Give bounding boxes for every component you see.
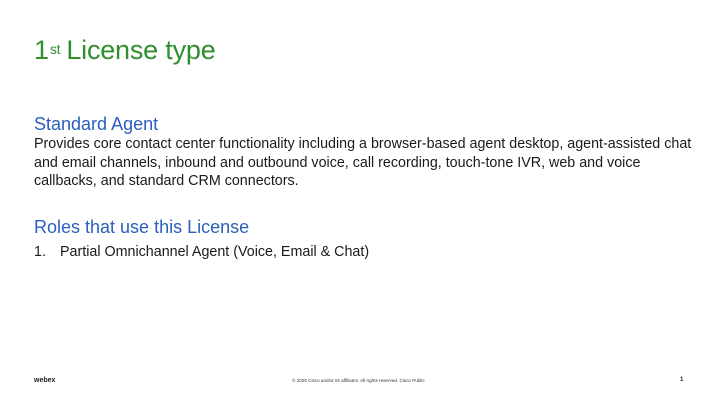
- role-text: Partial Omnichannel Agent (Voice, Email …: [60, 244, 370, 260]
- footer-copyright: © 2025 Cisco and/or its affiliates. All …: [292, 378, 425, 383]
- section-heading-standard-agent: Standard Agent: [34, 114, 159, 134]
- title-superscript: st: [49, 41, 61, 57]
- webex-logo: webex: [34, 377, 56, 384]
- roles-list-item: 1. Partial Omnichannel Agent (Voice, Ema…: [34, 243, 369, 262]
- roles-heading: Roles that use this License: [34, 217, 250, 237]
- roles-list: 1. Partial Omnichannel Agent (Voice, Ema…: [34, 243, 369, 262]
- slide-title: 1st License type: [34, 30, 216, 74]
- license-description: Provides core contact center functionali…: [34, 136, 692, 189]
- title-number: 1: [34, 35, 49, 65]
- slide: 1st License type Standard Agent Provides …: [0, 0, 720, 405]
- title-label: License type: [66, 35, 216, 65]
- page-number: 1: [680, 377, 684, 383]
- list-number: 1.: [34, 244, 46, 260]
